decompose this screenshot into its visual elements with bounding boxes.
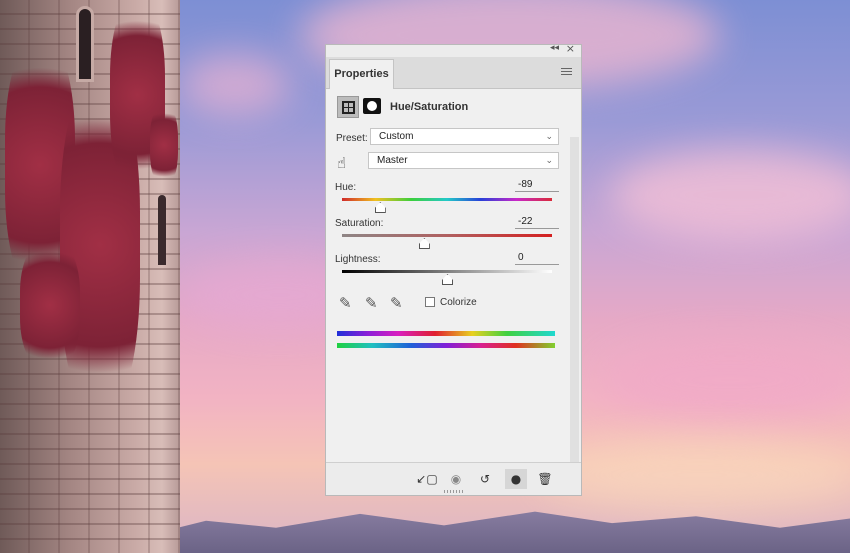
hue-slider-thumb[interactable]: [374, 202, 386, 213]
sky-cloud: [540, 440, 850, 510]
eyedropper-icon[interactable]: ✎: [339, 294, 352, 312]
saturation-value-field[interactable]: -22: [515, 216, 559, 229]
sky-cloud: [180, 55, 290, 115]
stone-tower: [0, 0, 180, 553]
preset-label: Preset:: [336, 133, 368, 144]
tower-slit: [158, 195, 166, 265]
layer-mask-icon[interactable]: [363, 98, 381, 114]
view-previous-state-icon[interactable]: ◉: [445, 469, 467, 489]
tab-properties[interactable]: Properties: [329, 59, 394, 89]
preset-value: Custom: [379, 131, 414, 142]
saturation-slider-thumb[interactable]: [418, 238, 430, 249]
adjustment-layer-icon[interactable]: [337, 96, 359, 118]
panel-footer: ↙▢ ◉ ↺ ● 🗑: [326, 462, 581, 495]
ivy-foliage: [20, 240, 80, 370]
tower-window: [76, 6, 94, 82]
ivy-foliage: [150, 105, 178, 185]
double-chevron-left-icon[interactable]: ◂◂: [550, 43, 559, 53]
lightness-value-field[interactable]: 0: [515, 252, 559, 265]
sky-cloud: [600, 340, 850, 420]
lightness-slider-track[interactable]: [342, 270, 552, 273]
hue-label: Hue:: [335, 182, 357, 193]
colorize-label: Colorize: [440, 297, 477, 308]
adjustment-title: Hue/Saturation: [390, 101, 469, 113]
toggle-visibility-icon[interactable]: ●: [505, 469, 527, 489]
close-icon[interactable]: ×: [566, 42, 575, 55]
lightness-slider-thumb[interactable]: [442, 274, 453, 285]
resize-grip[interactable]: [444, 490, 464, 493]
distant-mountains: [150, 511, 850, 553]
eyedropper-subtract-icon[interactable]: ✎: [390, 294, 403, 312]
input-color-spectrum: [337, 331, 555, 336]
chevron-down-icon: ⌄: [545, 131, 553, 141]
panel-menu-icon[interactable]: [561, 68, 572, 77]
clip-to-layer-icon[interactable]: ↙▢: [416, 469, 438, 489]
hue-value-field[interactable]: -89: [515, 179, 559, 192]
chevron-down-icon: ⌄: [545, 155, 553, 165]
preset-select[interactable]: Custom ⌄: [370, 128, 559, 145]
channel-select[interactable]: Master ⌄: [368, 152, 559, 169]
eyedropper-add-icon[interactable]: ✎: [365, 294, 378, 312]
reset-icon[interactable]: ↺: [474, 469, 496, 489]
delete-icon[interactable]: 🗑: [534, 469, 556, 489]
output-color-spectrum: [337, 343, 555, 348]
hue-slider-track[interactable]: [342, 198, 552, 201]
colorize-checkbox[interactable]: [425, 297, 435, 307]
channel-value: Master: [377, 155, 408, 166]
properties-panel: ◂◂ × Properties Hue/Saturation Preset: C…: [325, 42, 582, 496]
sky-cloud: [610, 150, 850, 240]
lightness-label: Lightness:: [335, 254, 381, 265]
saturation-slider-track[interactable]: [342, 234, 552, 237]
saturation-label: Saturation:: [335, 218, 384, 229]
panel-scrollbar[interactable]: [570, 137, 579, 462]
panel-tab-row: Properties: [326, 57, 581, 89]
targeted-adjustment-hand-icon[interactable]: ☝: [337, 154, 346, 172]
panel-titlebar[interactable]: ◂◂ ×: [326, 42, 581, 57]
adjustment-header: Hue/Saturation: [326, 89, 581, 125]
